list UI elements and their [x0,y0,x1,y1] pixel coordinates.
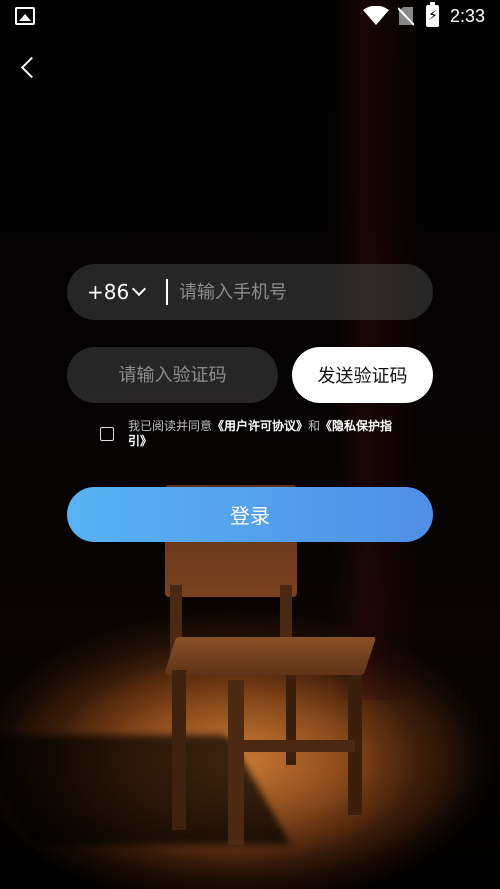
no-sim-icon [398,7,414,26]
image-icon [15,7,35,25]
battery-charging-icon: ⚡ [426,2,439,27]
user-agreement-link[interactable]: 《用户许可协议》 [212,419,308,433]
send-code-button[interactable]: 发送验证码 [292,347,433,403]
verification-code-input[interactable] [67,347,278,403]
phone-field: +86 [67,264,433,320]
status-bar: ⚡ 2:33 [0,0,500,34]
login-button[interactable]: 登录 [67,487,433,542]
agreement-prefix: 我已阅读并同意 [128,419,213,433]
phone-input[interactable] [179,264,409,320]
agreement-and: 和 [308,419,321,433]
field-divider [166,279,168,305]
back-button[interactable] [14,50,44,86]
chevron-down-icon[interactable] [132,284,146,298]
clock: 2:33 [450,6,486,26]
agreement-text: 我已阅读并同意《用户许可协议》和《隐私保护指引》 [128,419,400,449]
country-code-selector[interactable]: +86 [87,264,129,320]
code-field [67,347,278,403]
wifi-icon [363,6,389,25]
agreement-checkbox[interactable] [100,427,114,441]
